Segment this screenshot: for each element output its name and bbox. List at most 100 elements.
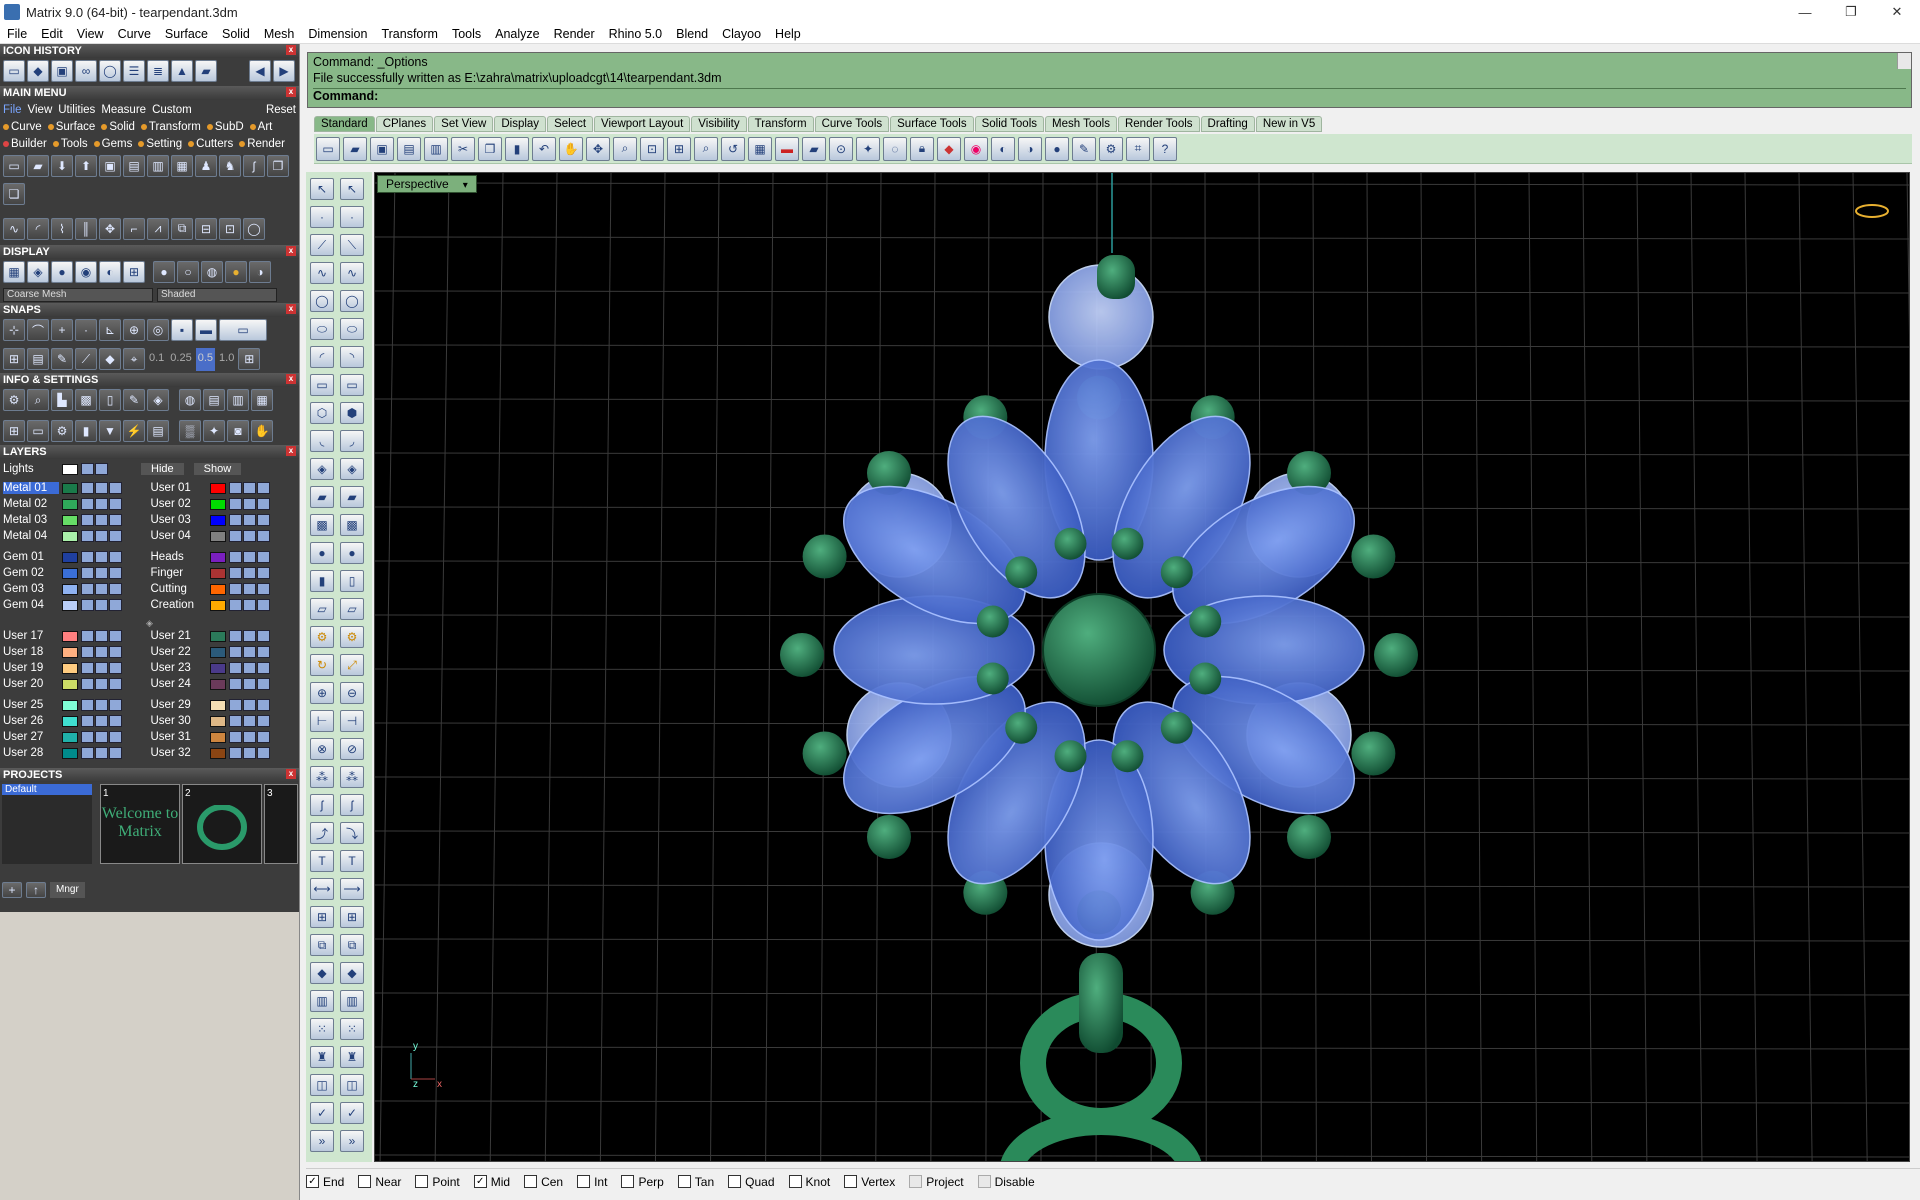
join-icon[interactable]: ⊗ [310,738,334,760]
zoom-extents-icon[interactable]: ⊞ [667,136,691,161]
arrow-right-icon[interactable]: ▶ [273,60,295,82]
close-icon[interactable]: x [286,374,296,384]
cut-icon[interactable]: ✂ [451,136,475,161]
layer-color[interactable] [62,498,78,510]
layer-row[interactable]: User 03 [151,512,297,528]
layer-row[interactable]: User 18 [3,644,149,660]
tiles-icon[interactable]: ⊞ [3,419,25,442]
hide-button[interactable]: Hide [141,463,184,475]
layer-name[interactable]: Metal 01 [3,482,59,494]
layer-row[interactable]: User 30 [151,713,297,729]
layer-row[interactable]: Gem 03 [3,581,149,597]
text-object-icon[interactable]: T [340,850,364,872]
zoom-icon[interactable]: ⌕ [613,136,637,161]
close-icon[interactable]: x [286,246,296,256]
mm-cutters[interactable]: Cutters [188,138,233,150]
gear-alt-icon[interactable]: ⚙ [340,626,364,648]
current-icon[interactable] [109,747,122,759]
layer-row[interactable]: Metal 03 [3,512,149,528]
close-icon[interactable]: x [286,446,296,456]
current-icon[interactable] [109,567,122,579]
layer-row[interactable]: User 28 [3,745,149,761]
visible-icon[interactable] [95,678,108,690]
layer-row[interactable]: User 27 [3,729,149,745]
snap-cen[interactable]: Cen [524,1175,563,1189]
lock-icon[interactable] [81,599,94,611]
menu-mesh[interactable]: Mesh [257,27,302,41]
snap-vertex-checkbox[interactable] [844,1175,858,1188]
tab-new-in-v5[interactable]: New in V5 [1255,116,1323,132]
polygon-icon[interactable]: ⬡ [310,402,334,424]
lock-icon[interactable] [81,630,94,642]
current-icon[interactable] [256,646,270,658]
layer-color[interactable] [209,482,226,494]
array-polar-icon[interactable]: ⊞ [340,906,364,928]
snap-value-1.0[interactable]: 1.0 [217,348,236,371]
layer-color[interactable] [209,599,226,611]
mm-gems[interactable]: Gems [93,138,132,150]
line-icon[interactable]: ⟍ [340,234,364,256]
split-icon[interactable]: ⊣ [340,710,364,732]
mm-file[interactable]: File [3,104,22,116]
cylinder-icon[interactable]: ▮ [75,419,97,442]
perspective-viewport[interactable]: Perspective y z x [374,172,1910,1162]
current-icon[interactable] [109,498,122,510]
lock-icon[interactable] [81,583,94,595]
lock-icon[interactable] [81,482,94,494]
circle-icon[interactable]: ◯ [243,217,265,240]
snap-end[interactable]: ✓ End [306,1175,344,1189]
mm-custom[interactable]: Custom [152,104,192,116]
material-gold-icon[interactable]: ● [225,261,247,283]
hand-icon[interactable]: ✋ [251,419,273,442]
visible-icon[interactable] [95,715,108,727]
text-icon[interactable]: T [310,850,334,872]
lock-icon[interactable] [228,662,242,674]
layer-name[interactable]: Heads [151,551,207,563]
current-icon[interactable] [109,514,122,526]
grid-snap-icon[interactable]: ⊞ [3,348,25,371]
layer-color[interactable] [209,498,226,510]
snap-point-icon[interactable]: + [51,319,73,341]
snap-near-icon[interactable]: ⌒ [27,319,49,341]
window-icon[interactable]: ▭ [27,419,49,442]
layer-color[interactable] [62,662,78,674]
sphere-icon[interactable]: ● [51,261,73,283]
hook-icon[interactable]: ʃ [243,155,265,177]
box-icon[interactable]: ▩ [75,389,97,411]
snap-end-icon[interactable]: ⊹ [3,319,25,341]
visible-icon[interactable] [95,731,108,743]
solid-cube-icon[interactable]: ◆ [310,962,334,984]
arrow-left-icon[interactable]: ◀ [249,60,271,82]
cube-edit-alt-icon[interactable]: ◫ [340,1074,364,1096]
layer-color[interactable] [62,551,78,563]
bars-icon[interactable]: ▥ [310,990,334,1012]
layers-splitter[interactable]: ◈ [3,618,296,628]
layer-name[interactable]: User 31 [151,731,207,743]
curve-icon[interactable]: ∿ [310,262,334,284]
visible-icon[interactable] [95,530,108,542]
lock-icon[interactable] [228,551,242,563]
layer-color[interactable] [209,530,226,542]
current-icon[interactable] [256,551,270,563]
snap-value-0.25[interactable]: 0.25 [168,348,193,371]
snap-quad[interactable]: Quad [728,1175,775,1189]
layer-color[interactable] [62,747,78,759]
light-bulb-icon[interactable]: ◌ [883,136,907,161]
rotate-view-icon[interactable]: ✥ [586,136,610,161]
layer-row[interactable]: User 04 [151,528,297,544]
snap-value-0.5[interactable]: 0.5 [195,348,216,371]
close-icon[interactable]: x [286,304,296,314]
lock-icon[interactable] [81,498,94,510]
lock-icon[interactable] [228,567,242,579]
snap-knot[interactable]: Knot [788,1175,830,1189]
pen-icon[interactable]: ✎ [51,348,73,371]
layer-name[interactable]: User 04 [151,530,207,542]
lock-icon[interactable] [228,599,242,611]
zoom-selected-icon[interactable]: ⌕ [694,136,718,161]
layer-name[interactable]: Metal 02 [3,498,59,510]
open-icon[interactable]: ▰ [27,155,49,177]
visible-icon[interactable] [242,599,256,611]
layer-row[interactable]: Finger [151,565,297,581]
layer-row[interactable]: User 19 [3,660,149,676]
current-icon[interactable] [256,662,270,674]
